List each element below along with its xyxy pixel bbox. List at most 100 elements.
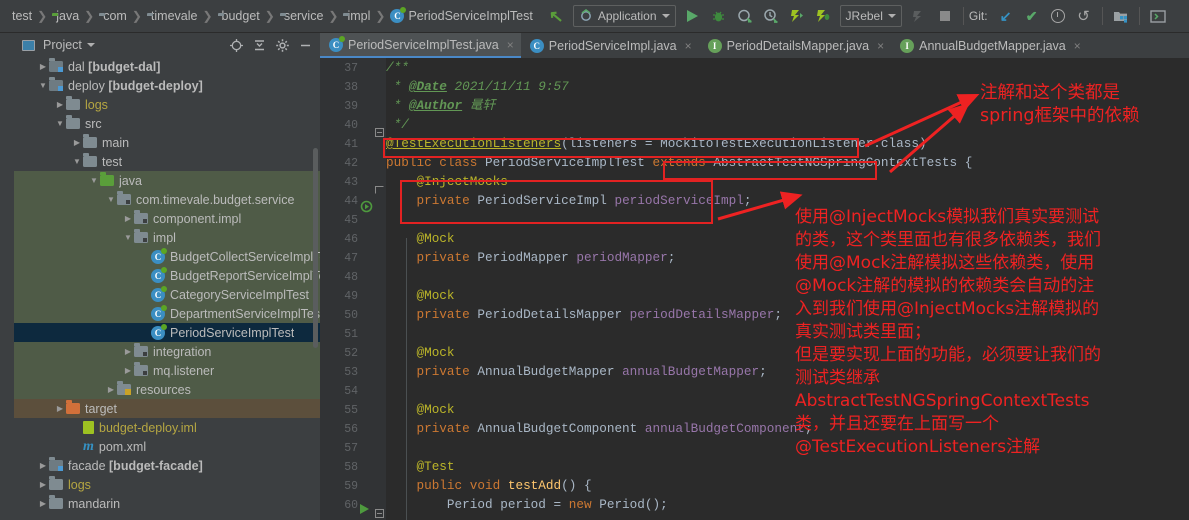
tree-item[interactable]: ▼ impl — [14, 228, 320, 247]
breadcrumb-separator-icon: ❯ — [328, 9, 339, 23]
run-with-coverage-button[interactable] — [732, 4, 758, 28]
jrebel-selector[interactable]: JRebel — [839, 5, 902, 27]
tree-item[interactable]: ▼ java — [14, 171, 320, 190]
tree-item[interactable]: C DepartmentServiceImplTest — [14, 304, 320, 323]
tree-twisty-icon[interactable]: ▶ — [54, 404, 66, 413]
tree-twisty-icon[interactable]: ▼ — [122, 233, 134, 242]
tree-item[interactable]: C BudgetReportServiceImplTe — [14, 266, 320, 285]
tree-item[interactable]: ▼ deploy [budget-deploy] — [14, 76, 320, 95]
breadcrumb-item-timevale[interactable]: timevale — [141, 9, 197, 23]
tree-twisty-icon[interactable]: ▶ — [37, 499, 49, 508]
tree-item[interactable]: ▶ logs — [14, 475, 320, 494]
run-configuration-selector[interactable]: Application — [572, 5, 676, 27]
tree-item[interactable]: ▶ dal [budget-dal] — [14, 57, 320, 76]
tree-item[interactable]: ▶ main — [14, 133, 320, 152]
tree-item[interactable]: C PeriodServiceImplTest — [14, 323, 320, 342]
jrebel-debug-button[interactable] — [810, 4, 836, 28]
fold-method-icon[interactable] — [375, 505, 384, 520]
run-class-gutter-icon[interactable] — [360, 200, 373, 218]
tree-twisty-icon[interactable]: ▶ — [105, 385, 117, 394]
code-line: /** — [386, 60, 409, 75]
breadcrumb-item-com[interactable]: com — [94, 9, 127, 23]
breadcrumb-label: service — [283, 9, 324, 23]
run-button[interactable] — [680, 4, 706, 28]
stop-button[interactable] — [932, 4, 958, 28]
bug-icon — [713, 11, 725, 21]
tree-item[interactable]: C CategoryServiceImplTest — [14, 285, 320, 304]
tree-twisty-icon[interactable]: ▶ — [37, 62, 49, 71]
breadcrumb-label: com — [103, 9, 127, 23]
back-arrow-icon[interactable]: ↖ — [543, 4, 569, 28]
terminal-button[interactable] — [1145, 4, 1171, 28]
breadcrumb-item-budget[interactable]: budget — [212, 9, 260, 23]
breadcrumb-item-periodserviceimpltest[interactable]: C PeriodServiceImplTest — [390, 7, 533, 23]
editor-tab[interactable]: I AnnualBudgetMapper.java × — [891, 33, 1088, 58]
profile-button[interactable] — [758, 4, 784, 28]
tree-item[interactable]: m pom.xml — [14, 437, 320, 456]
breadcrumb-item-service[interactable]: service — [274, 9, 324, 23]
update-project-button[interactable]: ↙ — [993, 4, 1019, 28]
commit-button[interactable]: ✔ — [1019, 4, 1045, 28]
tree-item[interactable]: ▶ facade [budget-facade] — [14, 456, 320, 475]
abstracttestng-highlight — [663, 161, 877, 180]
jrebel-run-button[interactable] — [784, 4, 810, 28]
breadcrumb-item-test[interactable]: test — [8, 9, 32, 23]
tree-twisty-icon[interactable]: ▼ — [105, 195, 117, 204]
tree-item-label: logs — [68, 477, 91, 492]
editor-tab[interactable]: C PeriodServiceImplTest.java × — [320, 33, 521, 58]
line-number: 45 — [344, 214, 358, 227]
close-icon[interactable]: × — [1074, 39, 1081, 53]
tree-item[interactable]: ▼ src — [14, 114, 320, 133]
fold-region-end-icon[interactable] — [375, 181, 384, 199]
tree-item[interactable]: ▶ component.impl — [14, 209, 320, 228]
tree-item[interactable]: ▶ mandarin — [14, 494, 320, 513]
tree-item[interactable]: ▶ target — [14, 399, 320, 418]
attach-profiler-button[interactable] — [906, 4, 932, 28]
project-scrollbar[interactable] — [313, 148, 318, 348]
tree-twisty-icon[interactable]: ▼ — [37, 81, 49, 90]
tree-twisty-icon[interactable]: ▶ — [71, 138, 83, 147]
tree-twisty-icon[interactable]: ▼ — [88, 176, 100, 185]
editor-tab-bar: C PeriodServiceImplTest.java × C PeriodServi… — [320, 33, 1189, 58]
select-opened-file-button[interactable] — [227, 36, 245, 54]
tree-twisty-icon[interactable]: ▶ — [122, 347, 134, 356]
tree-item[interactable]: ▶ integration — [14, 342, 320, 361]
tree-item[interactable]: ▶ mq.listener — [14, 361, 320, 380]
tree-item[interactable]: C BudgetCollectServiceImplTe — [14, 247, 320, 266]
tool-window-stripe[interactable] — [0, 33, 14, 520]
project-structure-button[interactable] — [1108, 4, 1134, 28]
run-method-gutter-icon[interactable] — [360, 504, 369, 514]
chevron-down-icon[interactable] — [86, 43, 95, 47]
project-tree[interactable]: ▶ dal [budget-dal] ▼ deploy [budget-deploy]… — [14, 57, 320, 513]
tree-item[interactable]: ▼ com.timevale.budget.service — [14, 190, 320, 209]
tree-item[interactable]: ▼ test — [14, 152, 320, 171]
close-icon[interactable]: × — [877, 39, 884, 53]
breadcrumb-item-java[interactable]: java — [52, 9, 79, 23]
settings-button[interactable] — [273, 36, 291, 54]
tree-item[interactable]: ▶ logs — [14, 95, 320, 114]
close-icon[interactable]: × — [685, 39, 692, 53]
tree-item[interactable]: budget-deploy.iml — [14, 418, 320, 437]
top-toolbar: test ❯ java ❯ com ❯ timevale ❯ budget ❯ … — [0, 0, 1189, 33]
line-number: 41 — [344, 138, 358, 151]
tree-twisty-icon[interactable]: ▶ — [37, 461, 49, 470]
debug-button[interactable] — [706, 4, 732, 28]
editor-tab-label: PeriodDetailsMapper.java — [726, 38, 870, 53]
tree-item-label: logs — [85, 97, 108, 112]
close-icon[interactable]: × — [507, 38, 514, 52]
collapse-all-button[interactable] — [250, 36, 268, 54]
tree-twisty-icon[interactable]: ▼ — [54, 119, 66, 128]
tree-twisty-icon[interactable]: ▶ — [54, 100, 66, 109]
rollback-button[interactable]: ↺ — [1071, 4, 1097, 28]
tree-twisty-icon[interactable]: ▶ — [122, 214, 134, 223]
tree-item-label: CategoryServiceImplTest — [170, 287, 309, 302]
tree-twisty-icon[interactable]: ▼ — [71, 157, 83, 166]
tree-item[interactable]: ▶ resources — [14, 380, 320, 399]
history-button[interactable] — [1045, 4, 1071, 28]
editor-tab[interactable]: I PeriodDetailsMapper.java × — [699, 33, 891, 58]
hide-panel-button[interactable] — [296, 36, 314, 54]
editor-tab[interactable]: C PeriodServiceImpl.java × — [521, 33, 699, 58]
tree-twisty-icon[interactable]: ▶ — [122, 366, 134, 375]
breadcrumb-item-impl[interactable]: impl — [338, 9, 370, 23]
tree-twisty-icon[interactable]: ▶ — [37, 480, 49, 489]
